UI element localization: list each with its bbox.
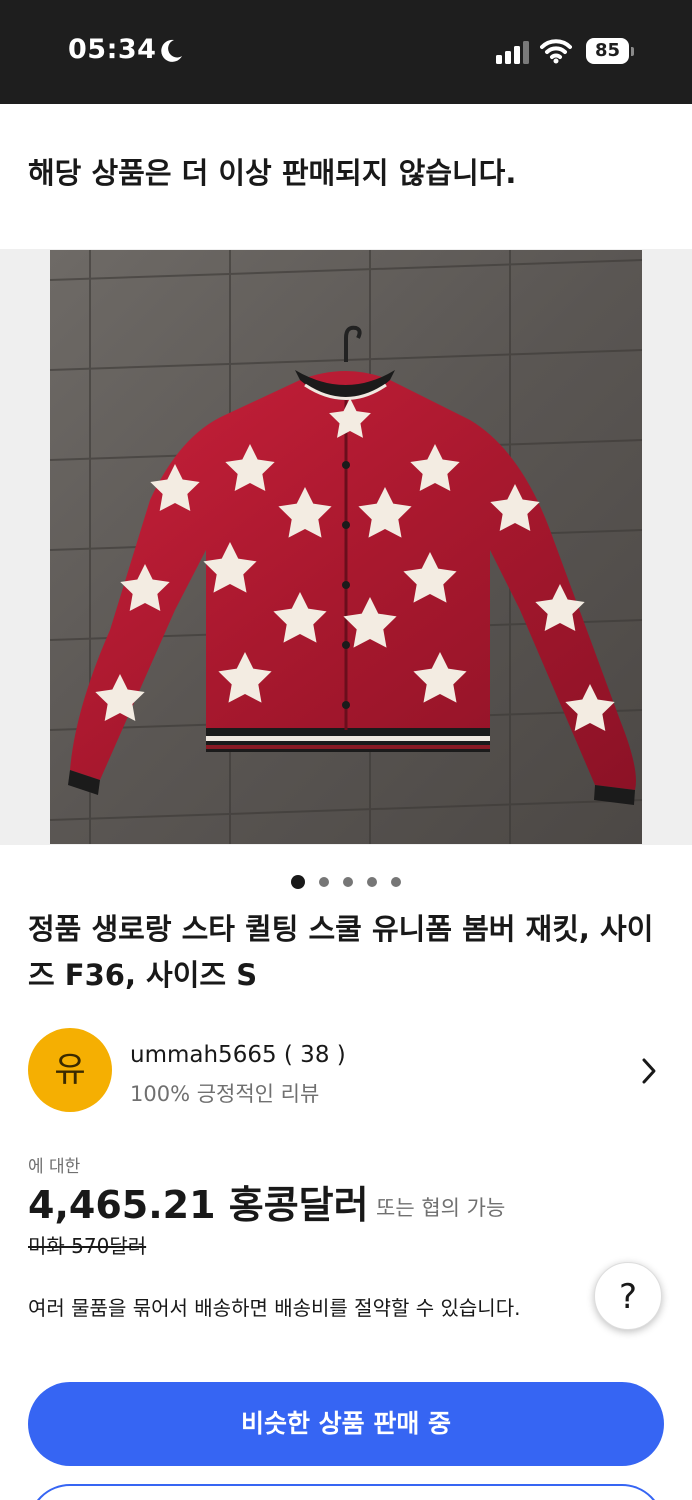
wifi-icon (540, 39, 572, 64)
status-time: 05:34 (68, 34, 157, 65)
gallery-dot-5[interactable] (391, 876, 401, 887)
best-offer-text: 또는 협의 가능 (376, 1196, 506, 1220)
seller-feedback: 100% 긍정적인 리뷰 (130, 1082, 320, 1106)
shop-similar-button[interactable]: 비슷한 상품 판매 중 (28, 1382, 664, 1466)
gallery-dot-4[interactable] (367, 876, 377, 887)
status-bar: 05:34 85 (0, 0, 692, 104)
seller-name: ummah5665 ( 38 ) (130, 1042, 346, 1068)
chevron-right-icon (642, 1058, 656, 1084)
image-gallery[interactable] (0, 249, 692, 845)
item-unavailable-notice: 해당 상품은 더 이상 판매되지 않습니다. (28, 156, 517, 190)
help-button[interactable]: ? (594, 1262, 662, 1330)
moon-icon (161, 39, 182, 62)
gallery-pagination[interactable] (0, 871, 692, 889)
secondary-button[interactable] (28, 1484, 664, 1500)
seller-avatar: 유 (28, 1028, 112, 1112)
cellular-signal-icon (496, 41, 529, 64)
seller-card[interactable]: 유 ummah5665 ( 38 ) 100% 긍정적인 리뷰 (28, 1028, 668, 1114)
product-title: 정품 생로랑 스타 퀼팅 스쿨 유니폼 봄버 재킷, 사이즈 F36, 사이즈 … (28, 912, 654, 992)
product-photo[interactable] (50, 250, 642, 844)
gallery-dot-1[interactable] (291, 874, 305, 889)
combined-shipping-note: 여러 물품을 묶어서 배송하면 배송비를 절약할 수 있습니다. (28, 1296, 521, 1320)
battery-level: 85 (586, 38, 629, 64)
battery-icon: 85 (586, 38, 634, 64)
price-amount: 4,465.21 홍콩달러 (28, 1183, 369, 1227)
gallery-dot-3[interactable] (343, 876, 353, 887)
original-price: 미화 570달러 (28, 1234, 147, 1258)
gallery-dot-2[interactable] (319, 876, 329, 887)
